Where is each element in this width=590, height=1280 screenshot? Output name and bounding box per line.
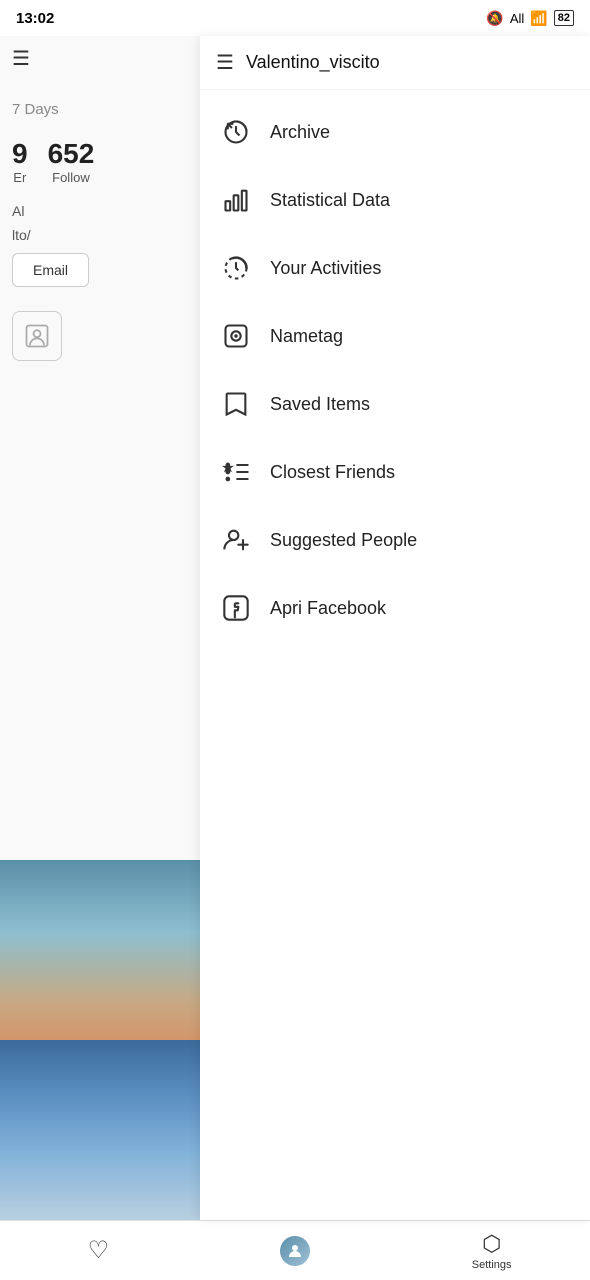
profile-avatar-nav xyxy=(280,1236,310,1266)
menu-item-archive[interactable]: Archive xyxy=(200,98,590,166)
dropdown-username: Valentino_viscito xyxy=(246,52,380,73)
menu-label-statistical-data: Statistical Data xyxy=(270,190,390,211)
menu-item-closest-friends[interactable]: Closest Friends xyxy=(200,438,590,506)
status-time: 13:02 xyxy=(16,10,54,27)
stat-er: 9 Er xyxy=(12,138,28,185)
menu-label-archive: Archive xyxy=(270,122,330,143)
profile-email-button[interactable]: Email xyxy=(12,253,89,287)
photo-item-2[interactable] xyxy=(0,1040,200,1220)
battery-indicator: 82 xyxy=(554,10,574,26)
hamburger-icon: ☰ xyxy=(216,50,234,75)
menu-item-suggested-people[interactable]: Suggested People xyxy=(200,506,590,574)
profile-days-label: 7 Days xyxy=(0,93,71,126)
nav-item-profile[interactable] xyxy=(197,1221,394,1280)
nav-item-heart[interactable]: ♡ xyxy=(0,1221,197,1280)
bookmark-icon xyxy=(220,388,252,420)
menu-label-your-activities: Your Activities xyxy=(270,258,381,279)
menu-label-saved-items: Saved Items xyxy=(270,394,370,415)
menu-label-nametag: Nametag xyxy=(270,326,343,347)
facebook-icon xyxy=(220,592,252,624)
stat-follow: 652 Follow xyxy=(48,138,95,185)
nav-item-settings[interactable]: ⬡ Settings xyxy=(393,1221,590,1280)
profile-background-panel: ☰ 7 Days 9 Er 652 Follow Al lto/ Email xyxy=(0,36,200,1280)
profile-label-lto: lto/ xyxy=(0,225,43,245)
status-icons: 🔕 All 📶 82 xyxy=(486,10,574,27)
photo-grid xyxy=(0,860,200,1220)
status-bar: 13:02 🔕 All 📶 82 xyxy=(0,0,590,36)
settings-label: Settings xyxy=(472,1259,512,1271)
network-label: All xyxy=(510,11,524,26)
menu-label-apri-facebook: Apri Facebook xyxy=(270,598,386,619)
menu-item-nametag[interactable]: Nametag xyxy=(200,302,590,370)
menu-list: Archive Statistical Data Y xyxy=(200,90,590,650)
profile-bg-header: ☰ xyxy=(0,36,200,81)
settings-icon: ⬡ xyxy=(482,1231,501,1257)
photo-item-1[interactable] xyxy=(0,860,200,1040)
dropdown-panel: ☰ Valentino_viscito Archive xyxy=(200,36,590,1220)
stat-follow-number: 652 xyxy=(48,138,95,170)
bottom-nav: ♡ ⬡ Settings xyxy=(0,1220,590,1280)
stat-er-label: Er xyxy=(13,170,26,185)
profile-stats: 9 Er 652 Follow xyxy=(0,126,106,197)
menu-label-closest-friends: Closest Friends xyxy=(270,462,395,483)
menu-item-saved-items[interactable]: Saved Items xyxy=(200,370,590,438)
heart-icon: ♡ xyxy=(88,1236,110,1265)
menu-item-your-activities[interactable]: Your Activities xyxy=(200,234,590,302)
profile-label-al: Al xyxy=(0,197,36,225)
dropdown-header: ☰ Valentino_viscito xyxy=(200,36,590,90)
notification-muted-icon: 🔕 xyxy=(486,10,503,27)
menu-item-apri-facebook[interactable]: Apri Facebook xyxy=(200,574,590,642)
activity-icon xyxy=(220,252,252,284)
profile-avatar xyxy=(12,311,62,361)
nametag-icon xyxy=(220,320,252,352)
wifi-icon: 📶 xyxy=(530,10,547,27)
star-list-icon xyxy=(220,456,252,488)
add-person-icon xyxy=(220,524,252,556)
profile-header: 7 Days 9 Er 652 Follow Al lto/ Email xyxy=(0,81,200,385)
menu-label-suggested-people: Suggested People xyxy=(270,530,417,551)
stat-follow-label: Follow xyxy=(52,170,90,185)
bar-chart-icon xyxy=(220,184,252,216)
hamburger-bg-icon: ☰ xyxy=(12,46,30,71)
menu-item-statistical-data[interactable]: Statistical Data xyxy=(200,166,590,234)
archive-icon xyxy=(220,116,252,148)
stat-er-number: 9 xyxy=(12,138,28,170)
